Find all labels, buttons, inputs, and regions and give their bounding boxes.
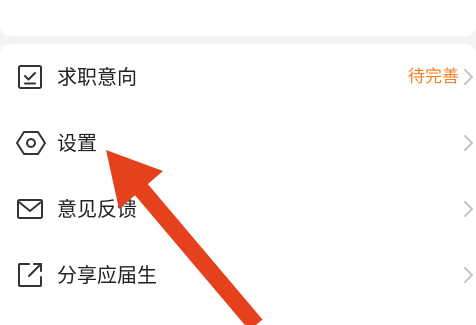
chevron-right-icon [462,200,474,218]
checklist-icon [16,63,44,91]
menu-item-label: 求职意向 [57,65,137,89]
menu-item-settings[interactable]: 设置 [0,110,476,176]
envelope-icon [16,195,44,223]
status-badge: 待完善 [408,67,459,87]
menu-item-job-intention[interactable]: 求职意向 待完善 [0,44,476,110]
menu-item-label: 意见反馈 [57,197,137,221]
chevron-right-icon [462,68,474,86]
menu-item-share[interactable]: 分享应届生 [0,242,476,308]
menu-item-label: 分享应届生 [57,263,157,287]
menu-item-label: 设置 [57,131,97,155]
menu-list: 求职意向 待完善 设置 意见反馈 分享应届生 [0,44,476,325]
chevron-right-icon [462,266,474,284]
menu-item-feedback[interactable]: 意见反馈 [0,176,476,242]
settings-hexagon-icon [16,129,46,157]
top-card [0,0,476,36]
chevron-right-icon [462,134,474,152]
share-icon [16,261,44,289]
